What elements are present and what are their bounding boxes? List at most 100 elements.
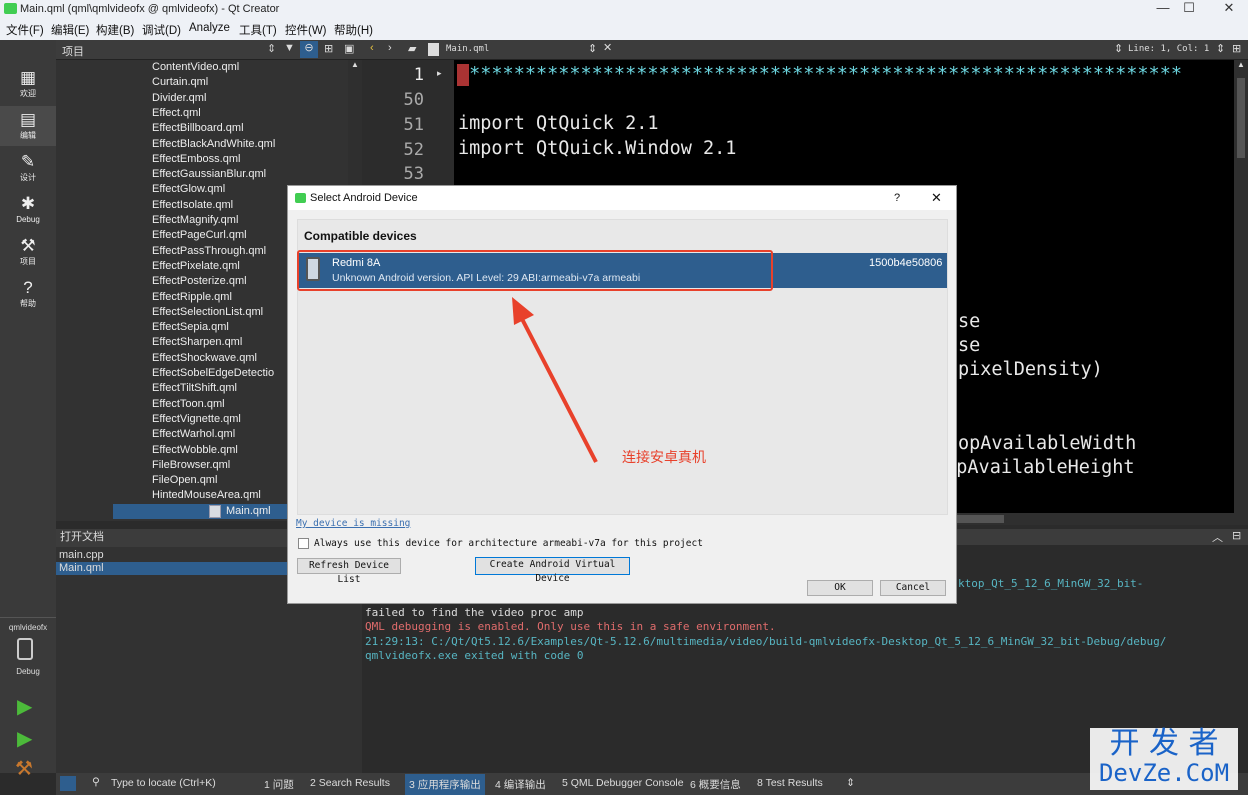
close-window-button[interactable]: ✕ [1212, 0, 1246, 19]
line-number: 50 [403, 90, 424, 110]
output-line: 21:29:13: C:/Qt/Qt5.12.6/Examples/Qt-5.1… [365, 635, 1167, 648]
document-selector-icon[interactable]: ⇕ [588, 42, 597, 55]
tree-file-label: EffectShockwave.qml [152, 351, 257, 364]
tree-file-label: HintedMouseArea.qml [152, 489, 261, 502]
tree-file-label: EffectWarhol.qml [152, 428, 236, 441]
menu-analyze[interactable]: Analyze [189, 22, 230, 34]
mode-help[interactable]: ? 帮助 [0, 274, 56, 314]
menu-file[interactable]: 文件(F) [6, 22, 44, 38]
tab-test-results[interactable]: 8 Test Results [757, 777, 823, 789]
tree-file-label: EffectVignette.qml [152, 412, 241, 425]
menu-tools[interactable]: 工具(T) [239, 22, 277, 38]
code-line: /***************************************… [458, 64, 1182, 85]
selector-arrows-icon[interactable]: ⇕ [1216, 42, 1225, 55]
qt-icon [295, 193, 306, 203]
tree-file-label: Effect.qml [152, 106, 201, 119]
debug-run-icon[interactable]: ▶ [17, 726, 32, 751]
forward-icon[interactable]: › [388, 42, 392, 54]
tree-file-item[interactable]: Curtain.qml [152, 75, 348, 90]
menu-edit[interactable]: 编辑(E) [51, 22, 89, 38]
filter-icon[interactable]: ▼ [284, 42, 295, 54]
editor-file-name[interactable]: Main.qml [446, 44, 489, 54]
tree-file-item[interactable]: Effect.qml [152, 106, 348, 121]
collapse-pane-icon[interactable]: ︿ [1212, 529, 1223, 545]
tree-file-label: EffectSobelEdgeDetectio [152, 367, 275, 379]
menu-build[interactable]: 构建(B) [96, 22, 134, 38]
tree-file-label: Divider.qml [152, 91, 207, 104]
tree-file-item[interactable]: EffectBillboard.qml [152, 121, 348, 136]
mode-debug[interactable]: ✱ Debug [0, 190, 56, 230]
tree-file-label: EffectWobble.qml [152, 443, 238, 456]
refresh-device-list-button[interactable]: Refresh Device List [297, 558, 401, 585]
code-fragment: se [958, 335, 981, 356]
sync-link-icon[interactable]: ⊖ [300, 41, 318, 58]
back-icon[interactable]: ‹ [370, 42, 374, 54]
tree-file-item[interactable]: EffectBlackAndWhite.qml [152, 137, 348, 152]
dialog-close-button[interactable]: ✕ [931, 186, 942, 210]
menu-controls[interactable]: 控件(W) [285, 22, 327, 38]
tree-file-label: FileBrowser.qml [152, 458, 231, 471]
ok-button[interactable]: OK [807, 580, 873, 596]
lock-icon: ▰ [408, 43, 417, 55]
device-kit-selector[interactable] [17, 638, 33, 660]
tab-search-results[interactable]: 2 Search Results [310, 777, 390, 789]
device-missing-link[interactable]: My device is missing [296, 518, 410, 529]
dialog-help-button[interactable]: ? [894, 186, 900, 210]
kit-build-config: Debug [16, 667, 40, 676]
fold-arrow-icon[interactable]: ▸ [437, 68, 442, 79]
watermark-line-2: DevZe.CoM [1098, 759, 1230, 787]
close-panel-icon[interactable]: ▣ [344, 42, 354, 55]
tab-application-output[interactable]: 3 应用程序输出 [405, 774, 485, 795]
mode-welcome[interactable]: ▦ 欢迎 [0, 64, 56, 104]
qml-file-icon [209, 504, 221, 518]
output-line: ktop_Qt_5_12_6_MinGW_32_bit- [958, 577, 1144, 590]
tree-file-item[interactable]: ContentVideo.qml [152, 60, 348, 75]
code-fragment: topAvailableHeight [934, 457, 1135, 478]
tab-general-messages[interactable]: 6 概要信息 [690, 777, 741, 792]
panel-selector-arrows-icon[interactable]: ⇕ [267, 42, 276, 55]
open-doc-item-selected[interactable]: Main.qml [56, 562, 288, 575]
tree-file-label: EffectGlow.qml [152, 183, 226, 196]
build-hammer-icon[interactable]: ⚒ [15, 756, 33, 781]
mode-design[interactable]: ✎ 设计 [0, 148, 56, 188]
maximize-pane-icon[interactable]: ⊟ [1232, 529, 1241, 542]
title-bar: Main.qml (qml\qmlvideofx @ qmlvideofx) -… [0, 0, 1248, 19]
run-icon[interactable]: ▶ [17, 694, 32, 719]
encoding-selector-icon[interactable]: ⇕ [1114, 42, 1123, 55]
split-editor-icon[interactable]: ⊞ [1232, 42, 1241, 55]
close-document-icon[interactable]: ✕ [603, 41, 612, 54]
tree-file-item[interactable]: Divider.qml [152, 91, 348, 106]
line-number: 1 [413, 65, 424, 85]
tree-file-label: Main.qml [226, 504, 271, 517]
open-doc-item[interactable]: main.cpp [56, 549, 288, 562]
cancel-button[interactable]: Cancel [880, 580, 946, 596]
menu-help[interactable]: 帮助(H) [334, 22, 373, 38]
editor-vscrollbar[interactable]: ▲ [1234, 60, 1248, 513]
tab-compile-output[interactable]: 4 编译输出 [495, 777, 546, 792]
tab-qml-debugger-console[interactable]: 5 QML Debugger Console [562, 777, 684, 789]
sidebar-toggle-icon[interactable] [60, 776, 76, 791]
watermark-line-1: 开 发 者 [1109, 726, 1219, 761]
always-use-label: Always use this device for architecture … [314, 538, 703, 549]
document-icon: ▤ [19, 110, 37, 129]
project-panel-title: 项目 [62, 46, 84, 58]
mode-edit[interactable]: ▤ 编辑 [0, 106, 56, 146]
split-icon[interactable]: ⊞ [324, 42, 333, 55]
tree-file-label: EffectIsolate.qml [152, 198, 234, 211]
pencil-icon: ✎ [20, 152, 36, 171]
locate-input[interactable]: Type to locate (Ctrl+K) [111, 777, 216, 789]
output-line: failed to find the video proc amp [365, 606, 584, 619]
tree-file-label: EffectEmboss.qml [152, 152, 241, 165]
qt-creator-icon [4, 3, 17, 14]
mode-projects[interactable]: ⚒ 项目 [0, 232, 56, 272]
menu-bar: 文件(F) 编辑(E) 构建(B) 调试(D) Analyze 工具(T) 控件… [0, 19, 1248, 40]
create-avd-button[interactable]: Create Android Virtual Device [475, 557, 630, 584]
window-title: Main.qml (qml\qmlvideofx @ qmlvideofx) -… [20, 3, 280, 15]
maximize-button[interactable]: ☐ [1172, 0, 1206, 19]
always-use-checkbox[interactable] [298, 538, 309, 549]
tree-file-item[interactable]: EffectGaussianBlur.qml [152, 167, 348, 182]
tab-issues[interactable]: 1 问题 [264, 777, 294, 792]
tabs-more-icon[interactable]: ⇕ [846, 777, 855, 789]
menu-debug[interactable]: 调试(D) [142, 22, 181, 38]
tree-file-item[interactable]: EffectEmboss.qml [152, 152, 348, 167]
